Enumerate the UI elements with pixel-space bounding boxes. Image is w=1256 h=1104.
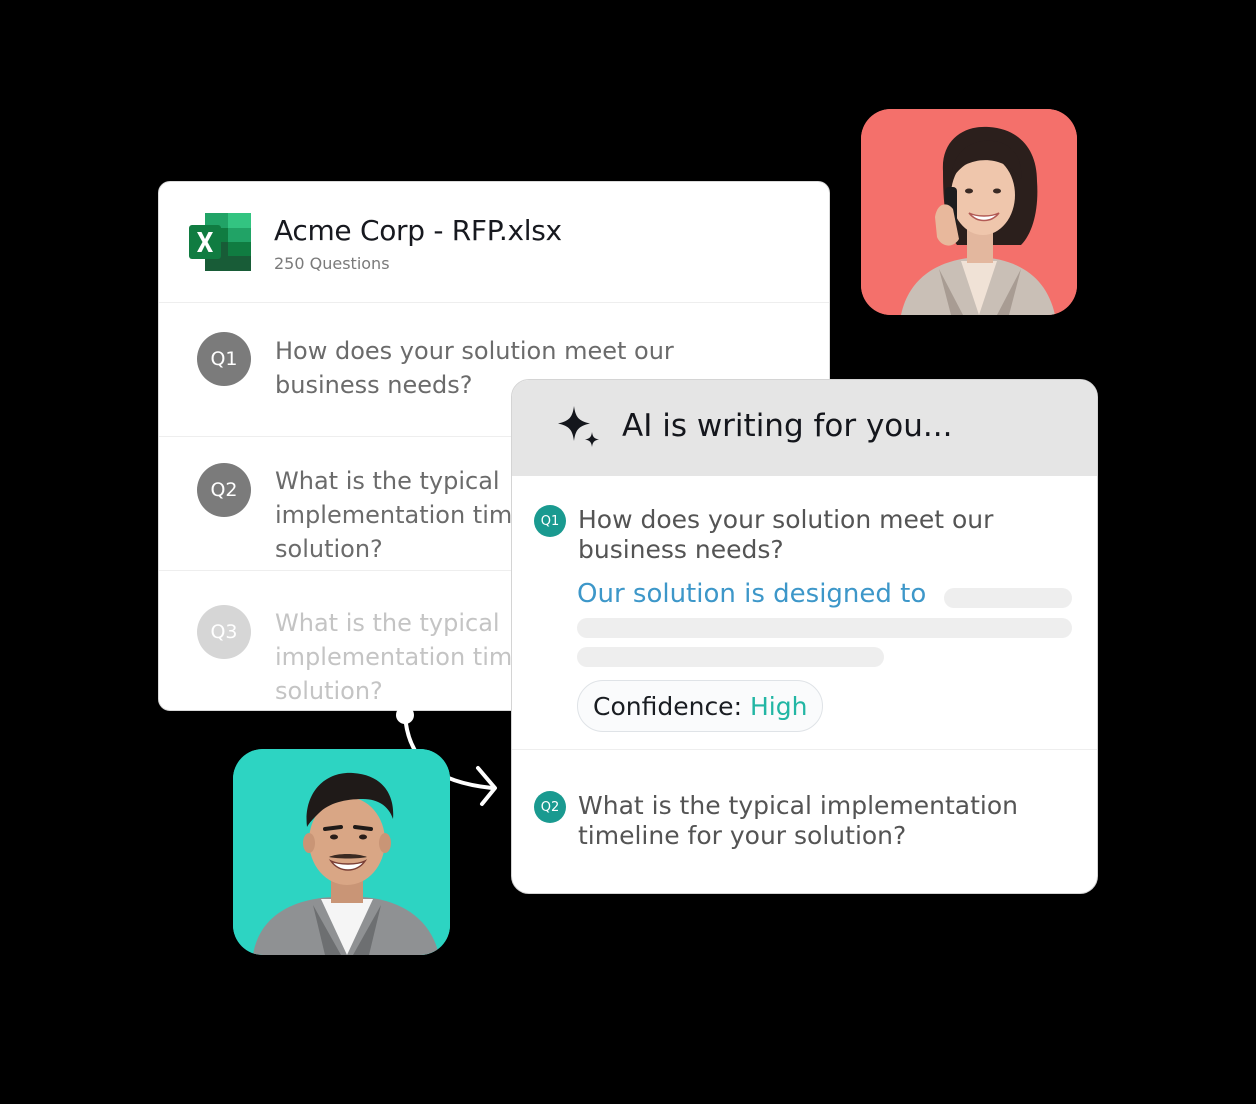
question-badge: Q2 xyxy=(534,791,566,823)
question-text: How does your solution meet our business… xyxy=(578,505,994,564)
generated-answer-text: Our solution is designed to xyxy=(577,579,927,609)
excel-icon xyxy=(189,213,251,271)
question-count: 250 Questions xyxy=(274,254,390,273)
confidence-badge: Confidence: High xyxy=(577,680,824,732)
confidence-label: Confidence: xyxy=(593,691,742,721)
avatar-woman xyxy=(861,109,1077,315)
man-portrait-image xyxy=(233,749,450,955)
answer-placeholder-line xyxy=(577,618,1072,638)
question-badge: Q2 xyxy=(197,463,251,517)
divider xyxy=(512,749,1097,750)
sparkle-icon xyxy=(558,406,599,447)
question-badge: Q3 xyxy=(197,605,251,659)
ai-status-title: AI is writing for you... xyxy=(622,408,953,444)
answer-placeholder-line xyxy=(577,647,884,667)
question-badge: Q1 xyxy=(534,505,566,537)
answer-placeholder-line xyxy=(944,588,1072,608)
question-badge: Q1 xyxy=(197,332,251,386)
confidence-value: High xyxy=(750,691,808,721)
question-text: What is the typical implementation timel… xyxy=(578,791,1018,850)
avatar-man xyxy=(233,749,450,955)
ai-writer-card: AI is writing for you... Q1 How does you… xyxy=(511,379,1098,894)
file-title: Acme Corp - RFP.xlsx xyxy=(274,214,562,247)
ai-header: AI is writing for you... xyxy=(512,380,1097,476)
woman-portrait-image xyxy=(861,109,1077,315)
file-header: Acme Corp - RFP.xlsx 250 Questions xyxy=(159,182,829,303)
